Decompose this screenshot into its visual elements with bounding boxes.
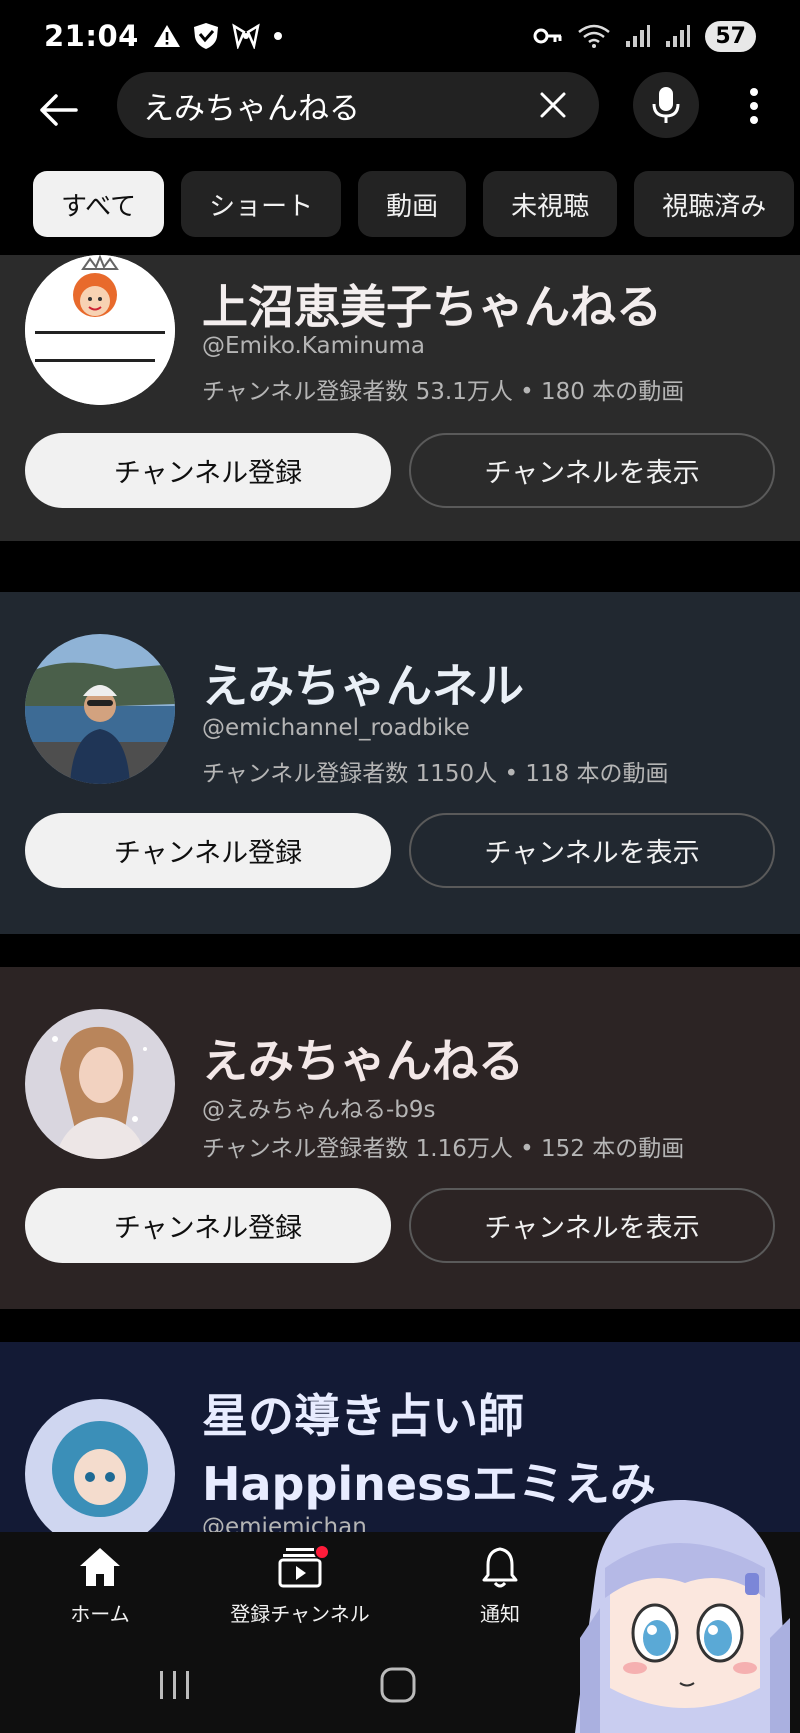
chip-videos[interactable]: 動画 [358, 171, 467, 237]
nav-home-icon-wrap [78, 1542, 122, 1592]
avatar-illustration [25, 1399, 175, 1532]
search-header: えみちゃんねる [0, 72, 800, 172]
bell-icon [482, 1547, 518, 1588]
close-icon [540, 92, 566, 118]
nav-notif-icon-wrap [480, 1542, 520, 1592]
view-channel-button[interactable]: チャンネルを表示 [409, 813, 775, 888]
nav-subscriptions[interactable]: 登録チャンネル [200, 1542, 400, 1642]
shield-icon [193, 23, 218, 49]
view-channel-button[interactable]: チャンネルを表示 [409, 1188, 775, 1263]
subscribe-button[interactable]: チャンネル登録 [25, 813, 391, 888]
chip-watched[interactable]: 視聴済み [634, 171, 795, 237]
home-square-icon [380, 1667, 416, 1703]
system-home-button[interactable] [368, 1660, 428, 1710]
chip-all[interactable]: すべて [33, 171, 165, 237]
nav-home[interactable]: ホーム [0, 1542, 200, 1642]
anime-character-image [575, 1499, 790, 1733]
channel-meta: チャンネル登録者数 1.16万人 • 152 本の動画 [202, 1136, 685, 1162]
home-icon [80, 1548, 120, 1586]
channel-result-card[interactable]: えみちゃんネル @emichannel_roadbike チャンネル登録者数 1… [0, 592, 800, 934]
arrow-left-icon [40, 94, 78, 126]
recents-icon [160, 1671, 189, 1699]
more-options-button[interactable] [736, 84, 772, 128]
view-channel-button[interactable]: チャンネルを表示 [409, 433, 775, 508]
channel-name-line1: 星の導き占い師 [202, 1389, 524, 1443]
channel-result-card[interactable]: えみちゃんねる @えみちゃんねる-b9s チャンネル登録者数 1.16万人 • … [0, 967, 800, 1309]
recents-button[interactable] [145, 1660, 205, 1710]
wifi-icon [578, 24, 611, 48]
microphone-icon [652, 87, 680, 123]
search-input[interactable]: えみちゃんねる [117, 72, 599, 138]
nav-subs-icon-wrap [278, 1542, 330, 1592]
channel-logo-image [25, 255, 175, 405]
app-notification-icon [232, 23, 260, 49]
nav-home-label: ホーム [70, 1602, 130, 1626]
status-time: 21:04 [44, 19, 139, 53]
channel-name[interactable]: 上沼恵美子ちゃんねる [202, 271, 662, 337]
floating-character-overlay[interactable] [555, 1488, 800, 1733]
vpn-key-icon [533, 28, 562, 44]
channel-name[interactable]: えみちゃんねる [202, 1025, 524, 1091]
back-button[interactable] [36, 88, 80, 132]
channel-handle: @emiemichan [202, 1514, 367, 1532]
channel-avatar[interactable] [25, 1009, 175, 1159]
channel-avatar[interactable] [25, 255, 175, 405]
channel-avatar[interactable] [25, 1399, 175, 1532]
channel-result-card[interactable]: 上沼恵美子ちゃんねる @Emiko.Kaminuma チャンネル登録者数 53.… [0, 255, 800, 541]
channel-handle: @emichannel_roadbike [202, 715, 470, 741]
status-bar: 21:04 57 [0, 0, 800, 72]
chip-shorts[interactable]: ショート [181, 171, 342, 237]
channel-name[interactable]: えみちゃんネル [202, 650, 524, 716]
warning-icon [153, 25, 180, 47]
signal-icon [626, 25, 651, 47]
clear-search-button[interactable] [535, 87, 571, 123]
notification-dot [314, 1544, 330, 1560]
channel-handle: @えみちゃんねる-b9s [202, 1097, 436, 1123]
battery-indicator: 57 [705, 20, 756, 52]
filter-chips: すべて ショート 動画 未視聴 視聴済み [33, 171, 800, 237]
dot-icon [273, 32, 282, 40]
nav-subscriptions-label: 登録チャンネル [230, 1602, 370, 1626]
search-query-text[interactable]: えみちゃんねる [143, 83, 535, 128]
more-vertical-icon [750, 88, 758, 124]
avatar-photo [25, 634, 175, 784]
avatar-photo [25, 1009, 175, 1159]
search-results: 上沼恵美子ちゃんねる @Emiko.Kaminuma チャンネル登録者数 53.… [0, 255, 800, 1532]
voice-search-button[interactable] [633, 72, 699, 138]
subscribe-button[interactable]: チャンネル登録 [25, 1188, 391, 1263]
chip-unwatched[interactable]: 未視聴 [483, 171, 618, 237]
subscribe-button[interactable]: チャンネル登録 [25, 433, 391, 508]
nav-notifications-label: 通知 [480, 1602, 520, 1626]
channel-meta: チャンネル登録者数 1150人 • 118 本の動画 [202, 761, 669, 787]
status-right-icons: 57 [533, 20, 756, 52]
status-left-icons [153, 22, 283, 50]
signal-icon-2 [666, 25, 691, 47]
channel-handle: @Emiko.Kaminuma [202, 333, 426, 359]
channel-avatar[interactable] [25, 634, 175, 784]
channel-meta: チャンネル登録者数 53.1万人 • 180 本の動画 [202, 379, 685, 405]
